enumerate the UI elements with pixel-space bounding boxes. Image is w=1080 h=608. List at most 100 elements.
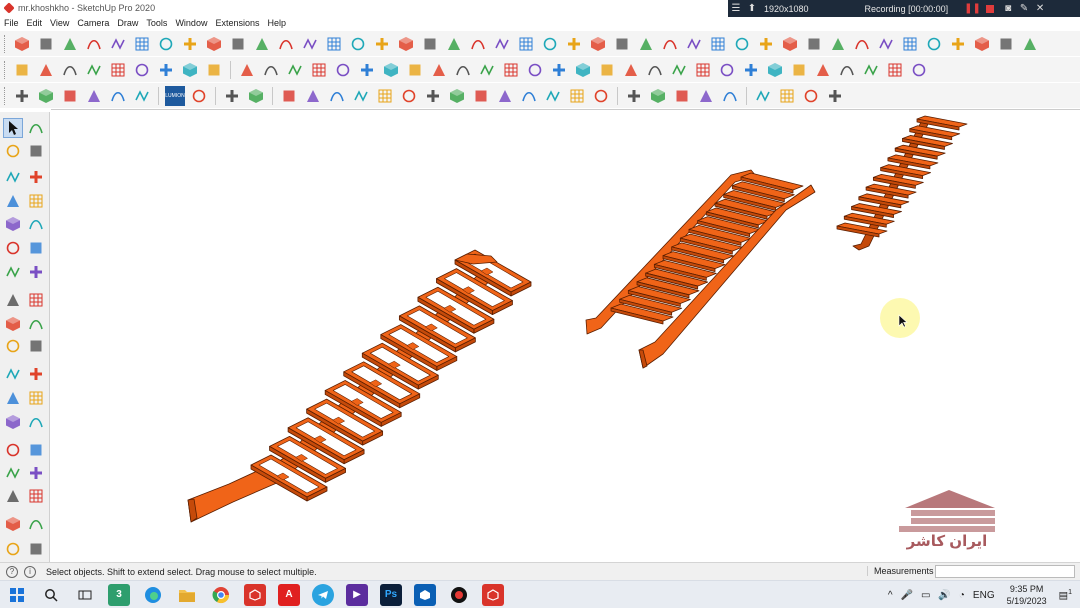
tool-plus-button[interactable] — [12, 86, 32, 106]
3d-text-tool-button[interactable] — [26, 412, 46, 432]
toolbar-grip[interactable] — [4, 60, 7, 79]
photoshop-icon[interactable]: Ps — [380, 583, 402, 606]
tool-cube-button[interactable] — [396, 34, 416, 54]
tool-curve-button[interactable] — [645, 60, 665, 80]
sketchup-layout-icon[interactable] — [414, 583, 436, 606]
tool-cube-button[interactable] — [588, 34, 608, 54]
tool-curve-button[interactable] — [108, 86, 128, 106]
tool-circle-button[interactable] — [924, 34, 944, 54]
tool-circle-button[interactable] — [348, 34, 368, 54]
tool-plus-button[interactable] — [756, 34, 776, 54]
offset-tool-button[interactable] — [26, 336, 46, 356]
tool-zigzag-button[interactable] — [684, 34, 704, 54]
tool-cube-button[interactable] — [381, 60, 401, 80]
eraser-tool-button[interactable] — [3, 141, 23, 161]
sketchup-taskbar-icon[interactable] — [244, 583, 266, 606]
tool-plus-button[interactable] — [741, 60, 761, 80]
file-explorer-icon[interactable] — [176, 584, 198, 606]
pen-icon[interactable]: ✎ — [1016, 3, 1032, 14]
push-pull-tool-button[interactable] — [26, 290, 46, 310]
tool-curve-button[interactable] — [276, 34, 296, 54]
tool-cube-button[interactable] — [36, 86, 56, 106]
model-viewport[interactable]: ایران کاشر — [51, 109, 1080, 562]
tool-square-button[interactable] — [60, 86, 80, 106]
tool-curve-button[interactable] — [720, 86, 740, 106]
tool-grid-button[interactable] — [516, 34, 536, 54]
tag-tool-button[interactable] — [26, 141, 46, 161]
tool-grid-button[interactable] — [108, 60, 128, 80]
dimension-tool-button[interactable] — [26, 388, 46, 408]
tool-curve-button[interactable] — [837, 60, 857, 80]
windows-start-icon[interactable] — [6, 584, 28, 606]
search-icon[interactable] — [40, 584, 62, 606]
tool-triangle-button[interactable] — [1020, 34, 1040, 54]
tool-plus-button[interactable] — [180, 34, 200, 54]
tool-triangle-button[interactable] — [813, 60, 833, 80]
tool-square-button[interactable] — [420, 34, 440, 54]
scale-tool-button[interactable] — [3, 336, 23, 356]
language-indicator[interactable]: ENG — [973, 590, 995, 601]
tool-zigzag-button[interactable] — [108, 34, 128, 54]
pause-icon[interactable]: ❚❚ — [964, 3, 981, 14]
close-icon[interactable]: ✕ — [1032, 3, 1048, 14]
tool-circle-button[interactable] — [189, 86, 209, 106]
section-plane-tool-button[interactable] — [26, 539, 46, 559]
tool-zigzag-button[interactable] — [669, 60, 689, 80]
notification-icon[interactable]: ▤1 — [1059, 589, 1072, 601]
protractor-tool-button[interactable] — [3, 388, 23, 408]
tool-grid-button[interactable] — [375, 86, 395, 106]
tool-grid-button[interactable] — [900, 34, 920, 54]
tool-zigzag-button[interactable] — [84, 60, 104, 80]
menu-extensions[interactable]: Extensions — [211, 18, 263, 28]
menu-draw[interactable]: Draw — [113, 18, 142, 28]
tool-zigzag-button[interactable] — [132, 86, 152, 106]
toolbar-grip[interactable] — [4, 34, 7, 53]
tool-triangle-button[interactable] — [696, 86, 716, 106]
tool-zigzag-button[interactable] — [861, 60, 881, 80]
tool-triangle-button[interactable] — [621, 60, 641, 80]
text-tool-button[interactable] — [26, 364, 46, 384]
volume-icon[interactable]: 🔊 — [938, 590, 950, 601]
tool-curve-button[interactable] — [84, 34, 104, 54]
menu-help[interactable]: Help — [263, 18, 290, 28]
tool-cube-button[interactable] — [246, 86, 266, 106]
tool-cube-button[interactable] — [447, 86, 467, 106]
tool-zigzag-button[interactable] — [300, 34, 320, 54]
zoom-window-tool-button[interactable] — [26, 463, 46, 483]
tool-grid-button[interactable] — [132, 34, 152, 54]
tool-plus-button[interactable] — [222, 86, 242, 106]
tool-triangle-button[interactable] — [429, 60, 449, 80]
zoom-extents-tool-button[interactable] — [3, 486, 23, 506]
tool-cube-button[interactable] — [180, 60, 200, 80]
stair-model-large[interactable] — [187, 249, 532, 523]
tool-square-button[interactable] — [12, 60, 32, 80]
tool-zigzag-button[interactable] — [753, 86, 773, 106]
tool-circle-button[interactable] — [399, 86, 419, 106]
freehand-tool-button[interactable] — [26, 167, 46, 187]
position-camera-tool-button[interactable] — [3, 539, 23, 559]
tool-circle-button[interactable] — [801, 86, 821, 106]
tool-cube-button[interactable] — [972, 34, 992, 54]
tool-grid-button[interactable] — [501, 60, 521, 80]
previous-tool-button[interactable] — [26, 486, 46, 506]
tool-triangle-button[interactable] — [444, 34, 464, 54]
tool-curve-button[interactable] — [261, 60, 281, 80]
tool-plus-button[interactable] — [357, 60, 377, 80]
tool-square-button[interactable] — [612, 34, 632, 54]
menu-camera[interactable]: Camera — [73, 18, 113, 28]
tool-curve-button[interactable] — [468, 34, 488, 54]
tool-curve-button[interactable] — [453, 60, 473, 80]
look-around-tool-button[interactable] — [26, 514, 46, 534]
app-3-icon[interactable]: 3 — [108, 583, 130, 606]
tool-square-button[interactable] — [471, 86, 491, 106]
tool-triangle-button[interactable] — [252, 34, 272, 54]
video-player-icon[interactable]: ▶ — [346, 583, 368, 606]
two-point-arc-tool-button[interactable] — [3, 262, 23, 282]
tool-triangle-button[interactable] — [636, 34, 656, 54]
tool-square-button[interactable] — [36, 34, 56, 54]
menu-icon[interactable]: ☰ — [728, 3, 744, 14]
tool-square-button[interactable] — [996, 34, 1016, 54]
rotated-rectangle-tool-button[interactable] — [26, 191, 46, 211]
rotate-tool-button[interactable] — [3, 314, 23, 334]
tool-square-button[interactable] — [597, 60, 617, 80]
